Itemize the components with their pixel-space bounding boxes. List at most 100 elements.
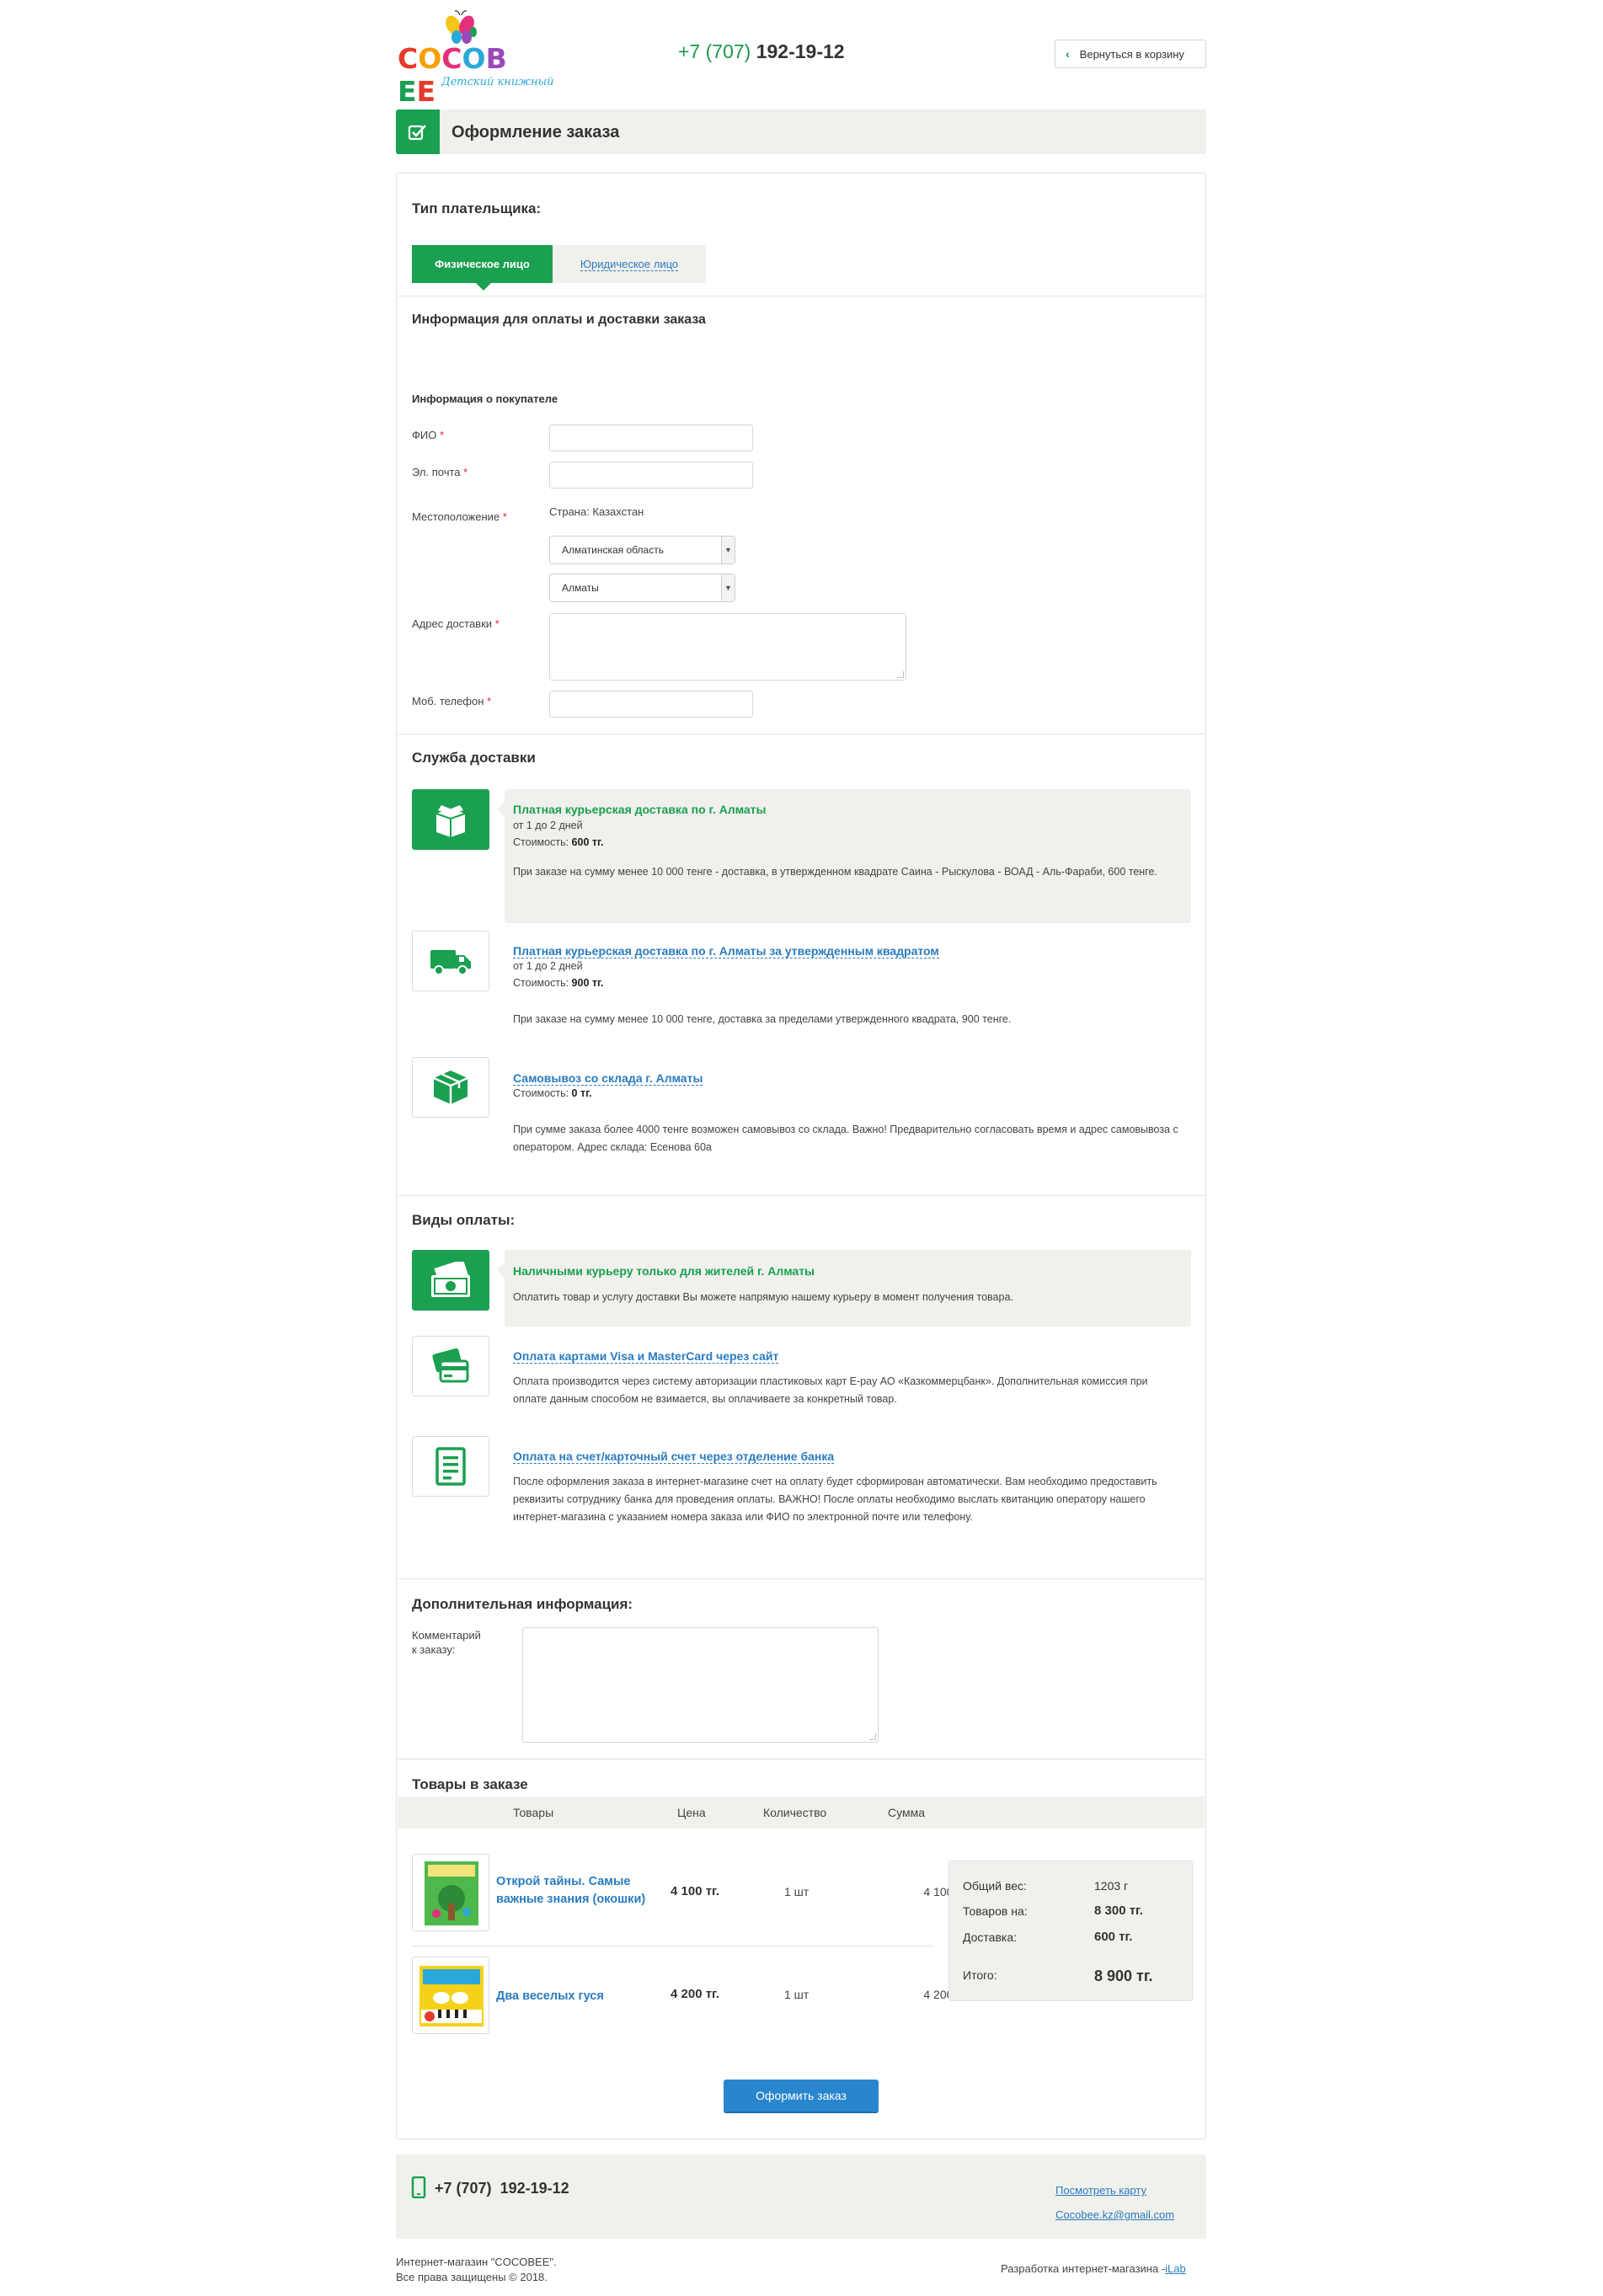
fio-input[interactable] bbox=[549, 424, 753, 451]
email-input[interactable] bbox=[549, 462, 753, 489]
delivery-option-courier[interactable] bbox=[412, 789, 489, 850]
fio-label: ФИО * bbox=[412, 429, 444, 441]
goods-table-header: Товары Цена Количество Сумма bbox=[398, 1797, 1205, 1829]
grand-total-label: Итого: bbox=[963, 1968, 997, 1982]
developer-link[interactable]: iLab bbox=[1165, 2262, 1186, 2275]
email-link[interactable]: Cocobee.kz@gmail.com bbox=[1055, 2208, 1174, 2221]
email-label: Эл. почта * bbox=[412, 466, 468, 478]
comment-label: Комментарий к заказу: bbox=[412, 1628, 481, 1657]
divider bbox=[398, 1578, 1205, 1579]
copyright: Интернет-магазин "COCOBEE". Все права за… bbox=[396, 2255, 557, 2285]
package-icon bbox=[433, 1071, 468, 1104]
header-phone[interactable]: +7 (707) 192-19-12 bbox=[678, 40, 845, 63]
payment-option-title-text: Оплата картами Visa и MasterCard через с… bbox=[513, 1349, 779, 1364]
payment-heading: Виды оплаты: bbox=[412, 1212, 516, 1228]
location-label: Местоположение * bbox=[412, 510, 507, 523]
email-label-text: Эл. почта bbox=[412, 466, 461, 478]
resize-grip-icon[interactable] bbox=[897, 671, 904, 678]
mobile-phone-icon bbox=[411, 2176, 426, 2198]
cost-label: Стоимость: bbox=[513, 977, 569, 989]
delivery-option-courier-outside[interactable] bbox=[412, 931, 489, 991]
city-select-value: Алматы bbox=[562, 582, 599, 594]
payment-option-description: Оплатить товар и услугу доставки Вы може… bbox=[513, 1291, 1013, 1303]
tab-individual[interactable]: Физическое лицо bbox=[412, 245, 553, 291]
required-mark: * bbox=[463, 466, 468, 478]
column-header: Товары bbox=[513, 1806, 554, 1819]
footer-phone[interactable]: +7 (707) 192-19-12 bbox=[435, 2180, 569, 2197]
comment-label-line: Комментарий bbox=[412, 1629, 481, 1642]
checkout-page: COCOBEE Детский книжный +7 (707) 192-19-… bbox=[0, 0, 1603, 2296]
extra-info-heading: Дополнительная информация: bbox=[412, 1596, 633, 1612]
copyright-line: Интернет-магазин "COCOBEE". bbox=[396, 2256, 557, 2268]
delivery-heading: Служба доставки bbox=[412, 750, 536, 766]
address-textarea[interactable] bbox=[549, 613, 906, 681]
product-name-line: Два веселых гуся bbox=[496, 1989, 604, 2003]
payment-option-cash[interactable] bbox=[412, 1250, 489, 1311]
delivery-option-title[interactable]: Платная курьерская доставка по г. Алматы… bbox=[513, 944, 939, 958]
payment-option-bank[interactable] bbox=[412, 1436, 489, 1497]
cost-label: Стоимость: bbox=[513, 1087, 569, 1099]
footer: +7 (707) 192-19-12 Посмотреть карту Coco… bbox=[396, 2155, 1206, 2239]
resize-grip-icon[interactable] bbox=[869, 1733, 876, 1740]
cost-value: 900 тг. bbox=[571, 977, 604, 989]
location-label-text: Местоположение bbox=[412, 510, 500, 523]
payment-option-title-text: Оплата на счет/карточный счет через отде… bbox=[513, 1450, 835, 1464]
comment-label-line: к заказу: bbox=[412, 1643, 456, 1656]
comment-textarea[interactable] bbox=[522, 1627, 879, 1743]
invoice-icon bbox=[435, 1447, 466, 1486]
logo[interactable]: COCOBEE Детский книжный bbox=[396, 10, 554, 108]
phone-label-text: Моб. телефон bbox=[412, 695, 484, 707]
product-name-link[interactable]: Открой тайны. Самые важные знания (окошк… bbox=[496, 1873, 645, 1909]
product-thumbnail[interactable] bbox=[412, 1957, 489, 2034]
address-label-text: Адрес доставки bbox=[412, 617, 493, 630]
phone-label: Моб. телефон * bbox=[412, 695, 491, 707]
buyer-info-heading: Информация о покупателе bbox=[412, 392, 558, 405]
delivery-option-description: При заказе на сумму менее 10 000 тенге -… bbox=[513, 866, 1157, 878]
order-goods-heading: Товары в заказе bbox=[412, 1776, 528, 1792]
city-select[interactable]: Алматы ▼ bbox=[549, 574, 735, 602]
delivery-option-pickup[interactable] bbox=[412, 1057, 489, 1118]
copyright-line: Все права защищены © 2018. bbox=[396, 2271, 548, 2283]
product-price: 4 200 тг. bbox=[671, 1987, 719, 2001]
view-map-link[interactable]: Посмотреть карту bbox=[1055, 2184, 1146, 2197]
delivery-cost-label: Доставка: bbox=[963, 1930, 1018, 1944]
place-order-button[interactable]: Оформить заказ bbox=[724, 2080, 879, 2113]
product-price: 4 100 тг. bbox=[671, 1884, 719, 1898]
developer-credit: Разработка интернет-магазина -iLab bbox=[1001, 2262, 1186, 2275]
cash-icon bbox=[431, 1262, 470, 1297]
cost-value: 600 тг. bbox=[571, 836, 604, 848]
payment-option-description: Оплата производится через систему автори… bbox=[513, 1375, 1148, 1405]
product-quantity: 1 шт bbox=[784, 1988, 810, 2001]
payment-option-title[interactable]: Оплата картами Visa и MasterCard через с… bbox=[513, 1349, 779, 1364]
region-select-value: Алматинская область bbox=[562, 544, 664, 556]
payment-option-title[interactable]: Наличными курьеру только для жителей г. … bbox=[513, 1264, 815, 1278]
product-thumbnail[interactable] bbox=[412, 1854, 489, 1931]
weight-label: Общий вес: bbox=[963, 1879, 1027, 1893]
phone-input[interactable] bbox=[549, 691, 753, 718]
divider bbox=[398, 1195, 1205, 1196]
page-title: Оформление заказа bbox=[452, 123, 620, 141]
billing-info-heading: Информация для оплаты и доставки заказа bbox=[412, 312, 706, 327]
delivery-option-description: При сумме заказа более 4000 тенге возмож… bbox=[513, 1124, 1178, 1153]
cost-value: 0 тг. bbox=[571, 1087, 592, 1099]
delivery-option-title[interactable]: Платная курьерская доставка по г. Алматы bbox=[513, 803, 767, 816]
box-open-icon bbox=[435, 805, 466, 837]
delivery-option-description: При заказе на сумму менее 10 000 тенге, … bbox=[513, 1013, 1012, 1025]
page-title-bar: Оформление заказа bbox=[396, 109, 1206, 154]
tab-legal-entity[interactable]: Юридическое лицо bbox=[553, 245, 706, 283]
product-name-line: важные знания (окошки) bbox=[496, 1893, 646, 1906]
product-name-link[interactable]: Два веселых гуся bbox=[496, 1988, 604, 2005]
column-header: Цена bbox=[677, 1806, 706, 1819]
region-select[interactable]: Алматинская область ▼ bbox=[549, 536, 735, 564]
delivery-option-title[interactable]: Самовывоз со склада г. Алматы bbox=[513, 1071, 703, 1086]
chevron-down-icon: ▼ bbox=[721, 537, 735, 563]
column-header: Количество bbox=[763, 1806, 827, 1819]
product-quantity: 1 шт bbox=[784, 1885, 810, 1898]
delivery-cost-value: 600 тг. bbox=[1094, 1930, 1133, 1944]
payment-option-title[interactable]: Оплата на счет/карточный счет через отде… bbox=[513, 1450, 835, 1464]
back-to-cart-button[interactable]: ‹ Вернуться в корзину bbox=[1055, 40, 1206, 68]
grand-total-value: 8 900 тг. bbox=[1094, 1968, 1153, 1984]
back-to-cart-label: Вернуться в корзину bbox=[1079, 47, 1184, 61]
payment-option-card[interactable] bbox=[412, 1336, 489, 1396]
payer-type-heading: Тип плательщика: bbox=[412, 200, 542, 216]
